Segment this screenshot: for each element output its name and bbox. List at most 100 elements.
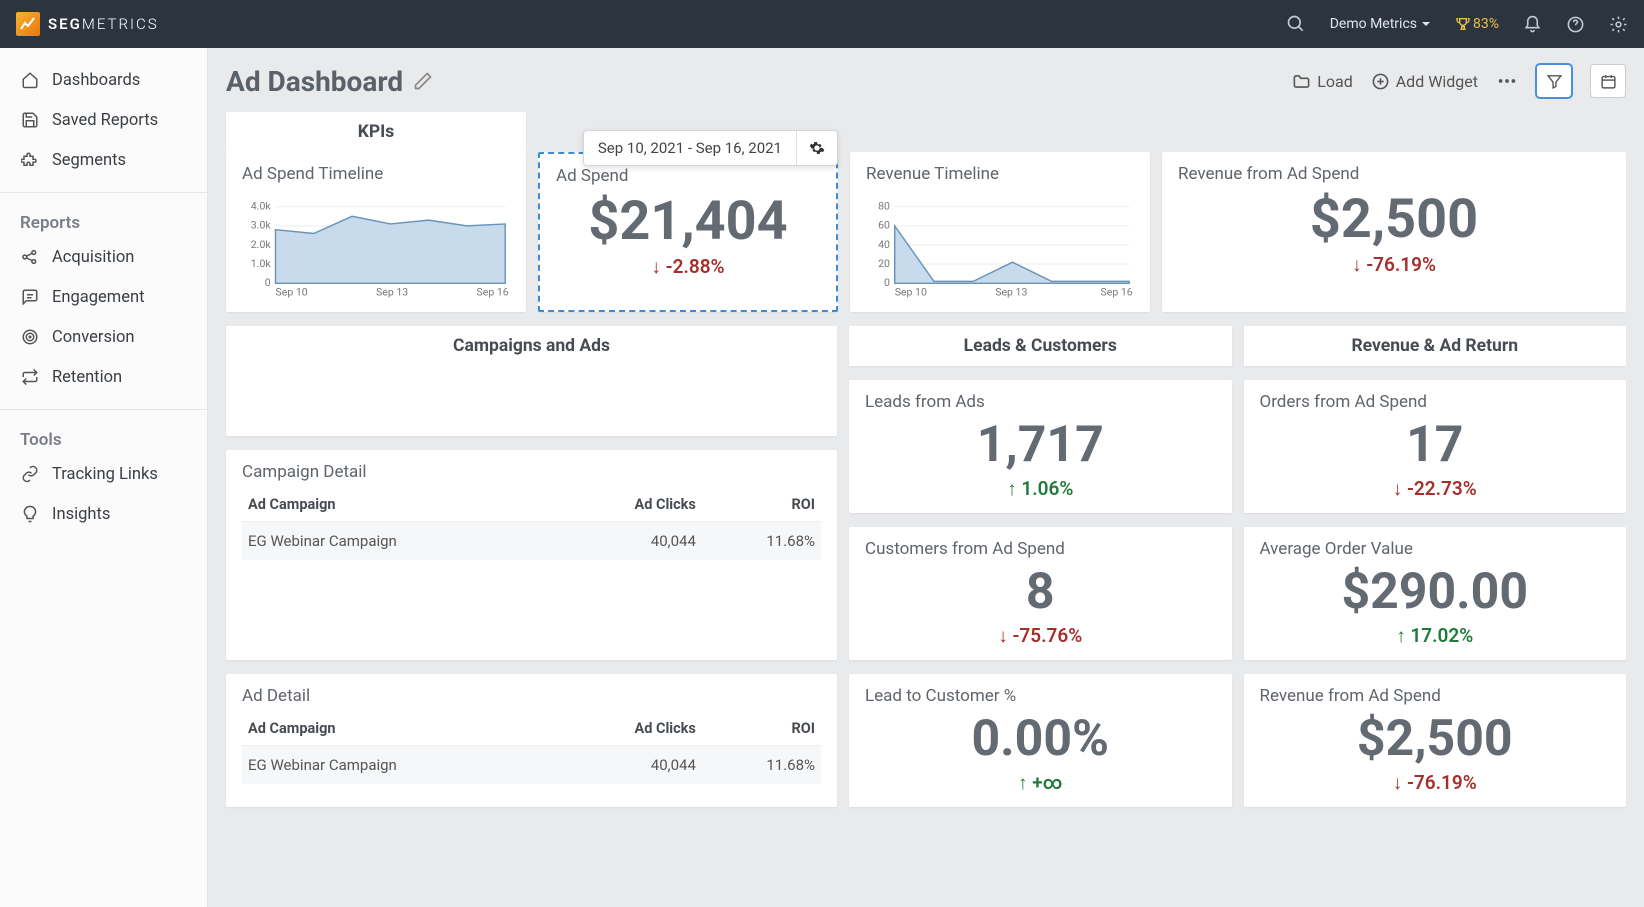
section-header-leads: Leads & Customers — [849, 326, 1232, 366]
date-range-gear-icon[interactable] — [796, 131, 837, 165]
edit-title-icon[interactable] — [413, 71, 433, 91]
section-header-revret: Revenue & Ad Return — [1244, 326, 1627, 366]
trophy-badge[interactable]: 83% — [1455, 16, 1499, 32]
card-ad-detail[interactable]: Ad Detail Ad Campaign Ad Clicks ROI EG W… — [226, 674, 837, 808]
sidebar-item-retention[interactable]: Retention — [0, 357, 207, 397]
metric-value: $2,500 — [1260, 712, 1611, 767]
card-revenue-timeline[interactable]: Revenue Timeline 80 60 40 20 0 Sep 10 Se… — [850, 152, 1150, 312]
date-range-popover: Sep 10, 2021 - Sep 16, 2021 — [583, 130, 838, 166]
card-title: Revenue from Ad Spend — [1178, 164, 1610, 184]
sidebar-item-insights[interactable]: Insights — [0, 494, 207, 534]
metric-delta: ↓ -2.88% — [556, 255, 820, 279]
more-menu[interactable] — [1496, 70, 1518, 92]
metric-value: 8 — [865, 565, 1216, 620]
metric-value: 0.00% — [865, 712, 1216, 767]
svg-text:0: 0 — [265, 276, 271, 289]
card-title: Orders from Ad Spend — [1260, 392, 1611, 412]
col-header[interactable]: ROI — [702, 712, 821, 746]
svg-text:40: 40 — [878, 238, 890, 251]
card-aov[interactable]: Average Order Value $290.00 ↑ 17.02% — [1244, 527, 1627, 660]
col-header[interactable]: Ad Campaign — [242, 488, 558, 522]
date-range-text[interactable]: Sep 10, 2021 - Sep 16, 2021 — [584, 131, 796, 165]
svg-text:60: 60 — [878, 219, 890, 232]
svg-text:Sep 16: Sep 16 — [477, 286, 509, 299]
table-row[interactable]: EG Webinar Campaign 40,044 11.68% — [242, 521, 821, 560]
card-campaign-detail[interactable]: Campaign Detail Ad Campaign Ad Clicks RO… — [226, 450, 837, 660]
table-row[interactable]: EG Webinar Campaign 40,044 11.68% — [242, 745, 821, 784]
metric-value: 17 — [1260, 418, 1611, 473]
folder-icon — [1292, 72, 1311, 91]
sidebar-item-label: Acquisition — [52, 248, 134, 267]
link-icon — [20, 464, 40, 484]
divider — [0, 192, 207, 193]
col-header[interactable]: Ad Clicks — [558, 712, 702, 746]
sidebar-item-acquisition[interactable]: Acquisition — [0, 237, 207, 277]
help-icon[interactable] — [1566, 15, 1585, 34]
campaign-table: Ad Campaign Ad Clicks ROI EG Webinar Cam… — [242, 488, 821, 560]
sidebar-item-label: Dashboards — [52, 71, 140, 90]
col-header[interactable]: ROI — [702, 488, 821, 522]
card-title: Lead to Customer % — [865, 686, 1216, 706]
section-header-campaigns: Campaigns and Ads — [226, 326, 837, 436]
bell-icon[interactable] — [1523, 15, 1542, 34]
card-leads-from-ads[interactable]: Leads from Ads 1,717 ↑ 1.06% — [849, 380, 1232, 513]
bulb-icon — [20, 504, 40, 524]
card-title: Campaign Detail — [242, 462, 821, 482]
trophy-icon — [1455, 16, 1471, 32]
metric-value: $21,404 — [556, 192, 820, 251]
sidebar-item-saved-reports[interactable]: Saved Reports — [0, 100, 207, 140]
account-menu[interactable]: Demo Metrics — [1330, 16, 1431, 32]
sidebar-item-dashboards[interactable]: Dashboards — [0, 60, 207, 100]
kpis-label: KPIs — [226, 112, 526, 152]
account-name: Demo Metrics — [1330, 16, 1417, 32]
filter-button[interactable] — [1536, 64, 1572, 98]
card-orders-from-ad-spend[interactable]: Orders from Ad Spend 17 ↓ -22.73% — [1244, 380, 1627, 513]
sidebar-item-label: Insights — [52, 505, 110, 524]
sidebar-item-tracking-links[interactable]: Tracking Links — [0, 454, 207, 494]
kpis-label-card: KPIs — [226, 112, 526, 152]
svg-text:2.0k: 2.0k — [251, 238, 272, 251]
calendar-button[interactable] — [1590, 64, 1626, 98]
svg-text:Sep 16: Sep 16 — [1101, 286, 1133, 299]
sidebar-item-segments[interactable]: Segments — [0, 140, 207, 180]
add-widget-button[interactable]: Add Widget — [1371, 72, 1478, 91]
svg-text:Sep 10: Sep 10 — [276, 286, 308, 299]
ad-table: Ad Campaign Ad Clicks ROI EG Webinar Cam… — [242, 712, 821, 784]
svg-text:80: 80 — [878, 200, 890, 213]
home-icon — [20, 70, 40, 90]
sidebar-item-conversion[interactable]: Conversion — [0, 317, 207, 357]
card-revenue-from-ad-spend[interactable]: Revenue from Ad Spend $2,500 ↓ -76.19% — [1162, 152, 1626, 312]
trophy-pct: 83% — [1473, 16, 1499, 32]
search-icon[interactable] — [1286, 14, 1306, 34]
page-title: Ad Dashboard — [226, 65, 433, 98]
sidebar-item-label: Saved Reports — [52, 111, 158, 130]
card-ad-spend[interactable]: Sep 10, 2021 - Sep 16, 2021 Ad Spend $21… — [538, 152, 838, 312]
card-title: Revenue from Ad Spend — [1260, 686, 1611, 706]
card-revenue-from-ad-spend-2[interactable]: Revenue from Ad Spend $2,500 ↓ -76.19% — [1244, 674, 1627, 807]
sidebar-item-engagement[interactable]: Engagement — [0, 277, 207, 317]
metric-delta: ↑ 17.02% — [1260, 624, 1611, 648]
card-lead-to-customer[interactable]: Lead to Customer % 0.00% ↑ +∞ — [849, 674, 1232, 807]
card-customers-from-ad-spend[interactable]: Customers from Ad Spend 8 ↓ -75.76% — [849, 527, 1232, 660]
sidebar-item-label: Tracking Links — [52, 465, 158, 484]
col-header[interactable]: Ad Clicks — [558, 488, 702, 522]
svg-text:3.0k: 3.0k — [251, 219, 272, 232]
card-title: Ad Spend — [556, 166, 820, 186]
col-header[interactable]: Ad Campaign — [242, 712, 558, 746]
logo-icon — [16, 12, 40, 36]
logo[interactable]: SEGMETRICS — [16, 12, 159, 36]
card-ad-spend-timeline[interactable]: Ad Spend Timeline 4.0k 3.0k 2.0k 1.0k 0 … — [226, 152, 526, 312]
metric-delta: ↓ -76.19% — [1178, 253, 1610, 277]
card-title: Ad Detail — [242, 686, 821, 706]
gear-icon[interactable] — [1609, 15, 1628, 34]
metric-value: 1,717 — [865, 418, 1216, 473]
share-icon — [20, 247, 40, 267]
metric-delta: ↑ +∞ — [865, 771, 1216, 795]
sidebar: Dashboards Saved Reports Segments Report… — [0, 48, 208, 907]
load-button[interactable]: Load — [1292, 72, 1352, 91]
svg-text:4.0k: 4.0k — [251, 200, 272, 213]
target-icon — [20, 327, 40, 347]
topbar: SEGMETRICS Demo Metrics 83% — [0, 0, 1644, 48]
card-title: Customers from Ad Spend — [865, 539, 1216, 559]
calendar-icon — [1600, 73, 1617, 90]
